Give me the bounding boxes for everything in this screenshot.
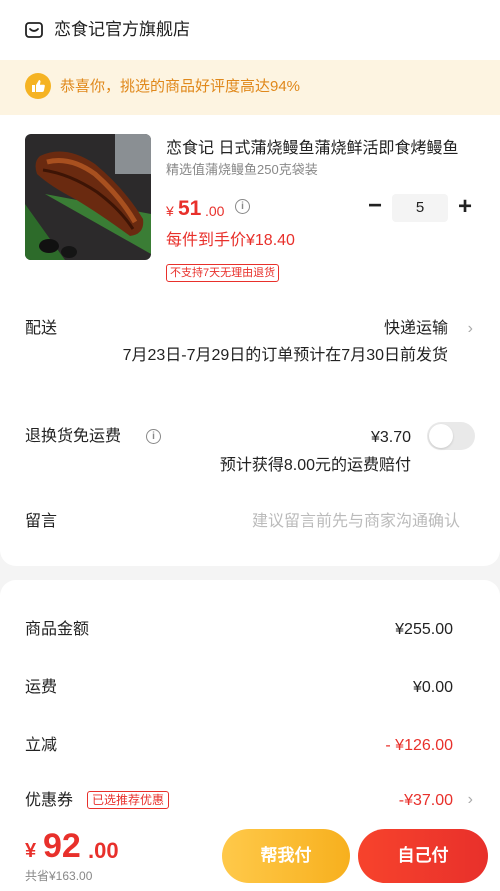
product-image[interactable] [25,134,151,260]
return-shipping-note: 预计获得8.00元的运费赔付 [219,457,411,474]
quantity-decrease-button[interactable]: − [364,194,386,218]
unit-price: 51 [178,197,202,220]
total-price-decimal: .00 [88,838,119,863]
per-item-price: 每件到手价¥18.40 [166,232,295,249]
shop-name[interactable]: 恋食记官方旗舰店 [54,18,190,42]
total-price: 92 [43,827,81,865]
message-label: 留言 [25,513,58,530]
return-info-icon[interactable]: i [146,429,161,444]
price-info-icon[interactable]: i [235,199,250,214]
goods-amount-label: 商品金额 [25,621,90,638]
product-spec[interactable]: 精选值蒲烧鳗鱼250克袋装 [166,161,318,179]
shipping-fee-label: 运费 [25,679,58,696]
chevron-right-icon[interactable]: › [468,318,473,340]
delivery-estimate: 7月23日-7月29日的订单预计在7月30日前发货 [122,347,448,364]
return-shipping-label: 退换货免运费 [25,428,122,445]
return-shipping-price: ¥3.70 [370,429,411,446]
total-saved: 共省¥163.00 [25,869,93,883]
no-return-badge: 不支持7天无理由退货 [166,264,280,282]
message-input[interactable] [180,508,460,536]
discount-value: - ¥126.00 [385,737,453,754]
delivery-method[interactable]: 快递运输 [384,318,448,340]
product-title[interactable]: 恋食记 日式蒲烧鳗鱼蒲烧鲜活即食烤鳗鱼 [166,138,466,160]
price-symbol: ¥ [166,203,174,219]
banner-text: 恭喜你，挑选的商品好评度高达94% [60,78,301,95]
toggle-knob [429,424,453,448]
unit-price-decimal: .00 [205,203,225,219]
goods-amount-value: ¥255.00 [395,621,453,638]
help-pay-button[interactable]: 帮我付 [222,829,350,883]
shop-icon [24,20,44,40]
coupon-badge: 已选推荐优惠 [87,791,170,809]
delivery-label: 配送 [25,320,58,337]
shipping-fee-value: ¥0.00 [412,679,453,696]
self-pay-button[interactable]: 自己付 [358,829,488,883]
coupon-value[interactable]: -¥37.00 [399,790,453,812]
chevron-right-icon[interactable]: › [468,789,473,811]
quantity-increase-button[interactable]: + [454,195,476,219]
coupon-label: 优惠券 [25,792,74,809]
discount-label: 立减 [25,737,58,754]
total-symbol: ¥ [25,840,37,862]
thumbs-up-icon [25,73,51,99]
quantity-input[interactable]: 5 [392,194,448,222]
